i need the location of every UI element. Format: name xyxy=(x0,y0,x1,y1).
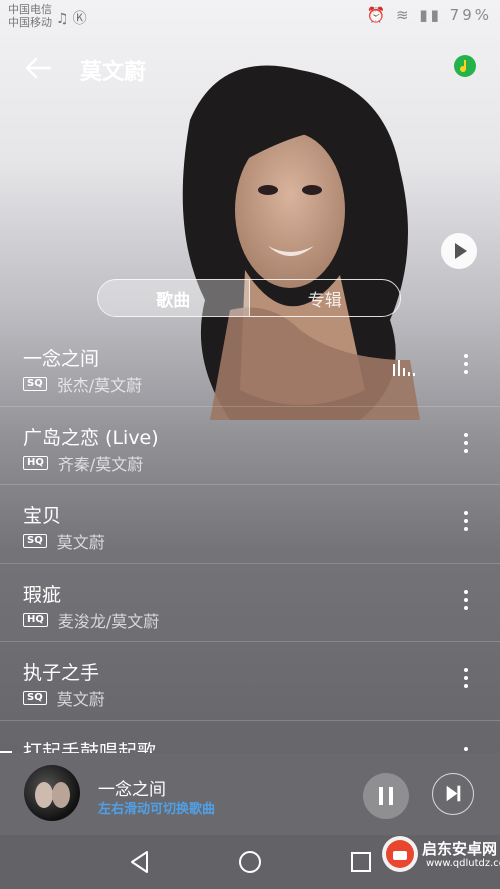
song-artist: 齐秦/莫文蔚 xyxy=(57,454,144,474)
music-note-icon: ♫ xyxy=(56,11,73,27)
status-right: ⏰ ≋ ▮▮ 79% xyxy=(367,6,492,24)
song-list: 一念之间 SQ 张杰/莫文蔚 广岛之恋 (Live) HQ 齐秦/莫文蔚 宝贝 … xyxy=(0,328,500,753)
watermark: 启东安卓网 www.qdlutdz.com xyxy=(370,822,500,889)
quality-badge: SQ xyxy=(23,377,47,391)
qq-music-icon[interactable] xyxy=(454,55,476,77)
carrier-1: 中国电信 xyxy=(8,3,52,16)
nav-back-icon[interactable] xyxy=(127,849,153,875)
song-row[interactable]: 瑕疵 HQ 麦浚龙/莫文蔚 xyxy=(0,564,500,642)
song-row[interactable]: 宝贝 SQ 莫文蔚 xyxy=(0,485,500,564)
notification-icons: ♫Ⓚ xyxy=(56,8,91,28)
more-options-icon[interactable] xyxy=(462,432,470,459)
song-title: 宝贝 xyxy=(23,505,62,527)
play-all-button[interactable] xyxy=(441,233,477,269)
song-meta: HQ 麦浚龙/莫文蔚 xyxy=(23,608,159,632)
status-bar: 中国电信 中国移动 ♫Ⓚ ⏰ ≋ ▮▮ 79% xyxy=(0,0,500,34)
more-options-icon[interactable] xyxy=(462,354,470,380)
song-title: 执子之手 xyxy=(23,662,100,684)
song-row[interactable]: 执子之手 SQ 莫文蔚 xyxy=(0,642,500,721)
more-options-icon[interactable] xyxy=(462,511,470,537)
nav-home-icon[interactable] xyxy=(237,849,263,875)
header: 莫文蔚 xyxy=(0,46,500,90)
song-title: 广岛之恋 (Live) xyxy=(23,426,159,449)
tab-bar: 歌曲 专辑 xyxy=(97,279,401,317)
carrier-info: 中国电信 中国移动 xyxy=(8,3,52,29)
tab-albums[interactable]: 专辑 xyxy=(250,280,401,316)
song-meta: SQ 莫文蔚 xyxy=(23,686,105,710)
carrier-2: 中国移动 xyxy=(8,16,52,29)
now-playing-title: 一念之间 xyxy=(98,780,166,800)
swipe-hint: 左右滑动可切换歌曲 xyxy=(98,802,216,817)
page-title: 莫文蔚 xyxy=(80,60,147,85)
next-track-button[interactable] xyxy=(432,773,474,815)
song-title: 一念之间 xyxy=(23,348,100,370)
playing-equalizer-icon xyxy=(393,360,415,376)
more-options-icon[interactable] xyxy=(462,668,470,694)
pause-button[interactable] xyxy=(363,773,409,819)
k-icon: Ⓚ xyxy=(72,11,91,27)
quality-badge: HQ xyxy=(23,612,48,627)
alarm-icon: ⏰ xyxy=(366,6,389,24)
more-options-icon[interactable] xyxy=(462,589,470,616)
song-meta: HQ 齐秦/莫文蔚 xyxy=(23,451,143,475)
song-meta: SQ 张杰/莫文蔚 xyxy=(23,372,142,396)
song-title: 瑕疵 xyxy=(23,583,62,606)
song-row[interactable]: 一念之间 SQ 张杰/莫文蔚 xyxy=(0,328,500,407)
quality-badge: SQ xyxy=(23,534,47,548)
quality-badge: SQ xyxy=(23,691,47,705)
skip-next-icon xyxy=(446,785,461,802)
song-row[interactable]: 广岛之恋 (Live) HQ 齐秦/莫文蔚 xyxy=(0,407,500,485)
song-meta: SQ 莫文蔚 xyxy=(23,529,105,553)
quality-badge: HQ xyxy=(23,455,48,470)
watermark-text: 启东安卓网 xyxy=(422,840,498,858)
play-icon xyxy=(455,243,467,259)
song-artist: 莫文蔚 xyxy=(56,690,105,709)
song-row[interactable]: 打起手鼓唱起歌 xyxy=(0,721,500,754)
signal-icon: ▮▮ xyxy=(419,6,442,24)
pause-icon xyxy=(379,787,393,805)
album-cover[interactable] xyxy=(24,765,80,821)
battery-level: 79% xyxy=(449,6,492,24)
song-artist: 麦浚龙/莫文蔚 xyxy=(57,611,160,631)
watermark-url: www.qdlutdz.com xyxy=(426,858,500,869)
song-artist: 张杰/莫文蔚 xyxy=(56,376,143,395)
watermark-logo-icon xyxy=(382,836,418,872)
wifi-icon: ≋ xyxy=(396,6,412,24)
tab-songs[interactable]: 歌曲 xyxy=(98,280,250,316)
song-artist: 莫文蔚 xyxy=(56,533,105,552)
back-arrow-icon[interactable] xyxy=(22,52,54,84)
song-title: 打起手鼓唱起歌 xyxy=(23,740,157,754)
